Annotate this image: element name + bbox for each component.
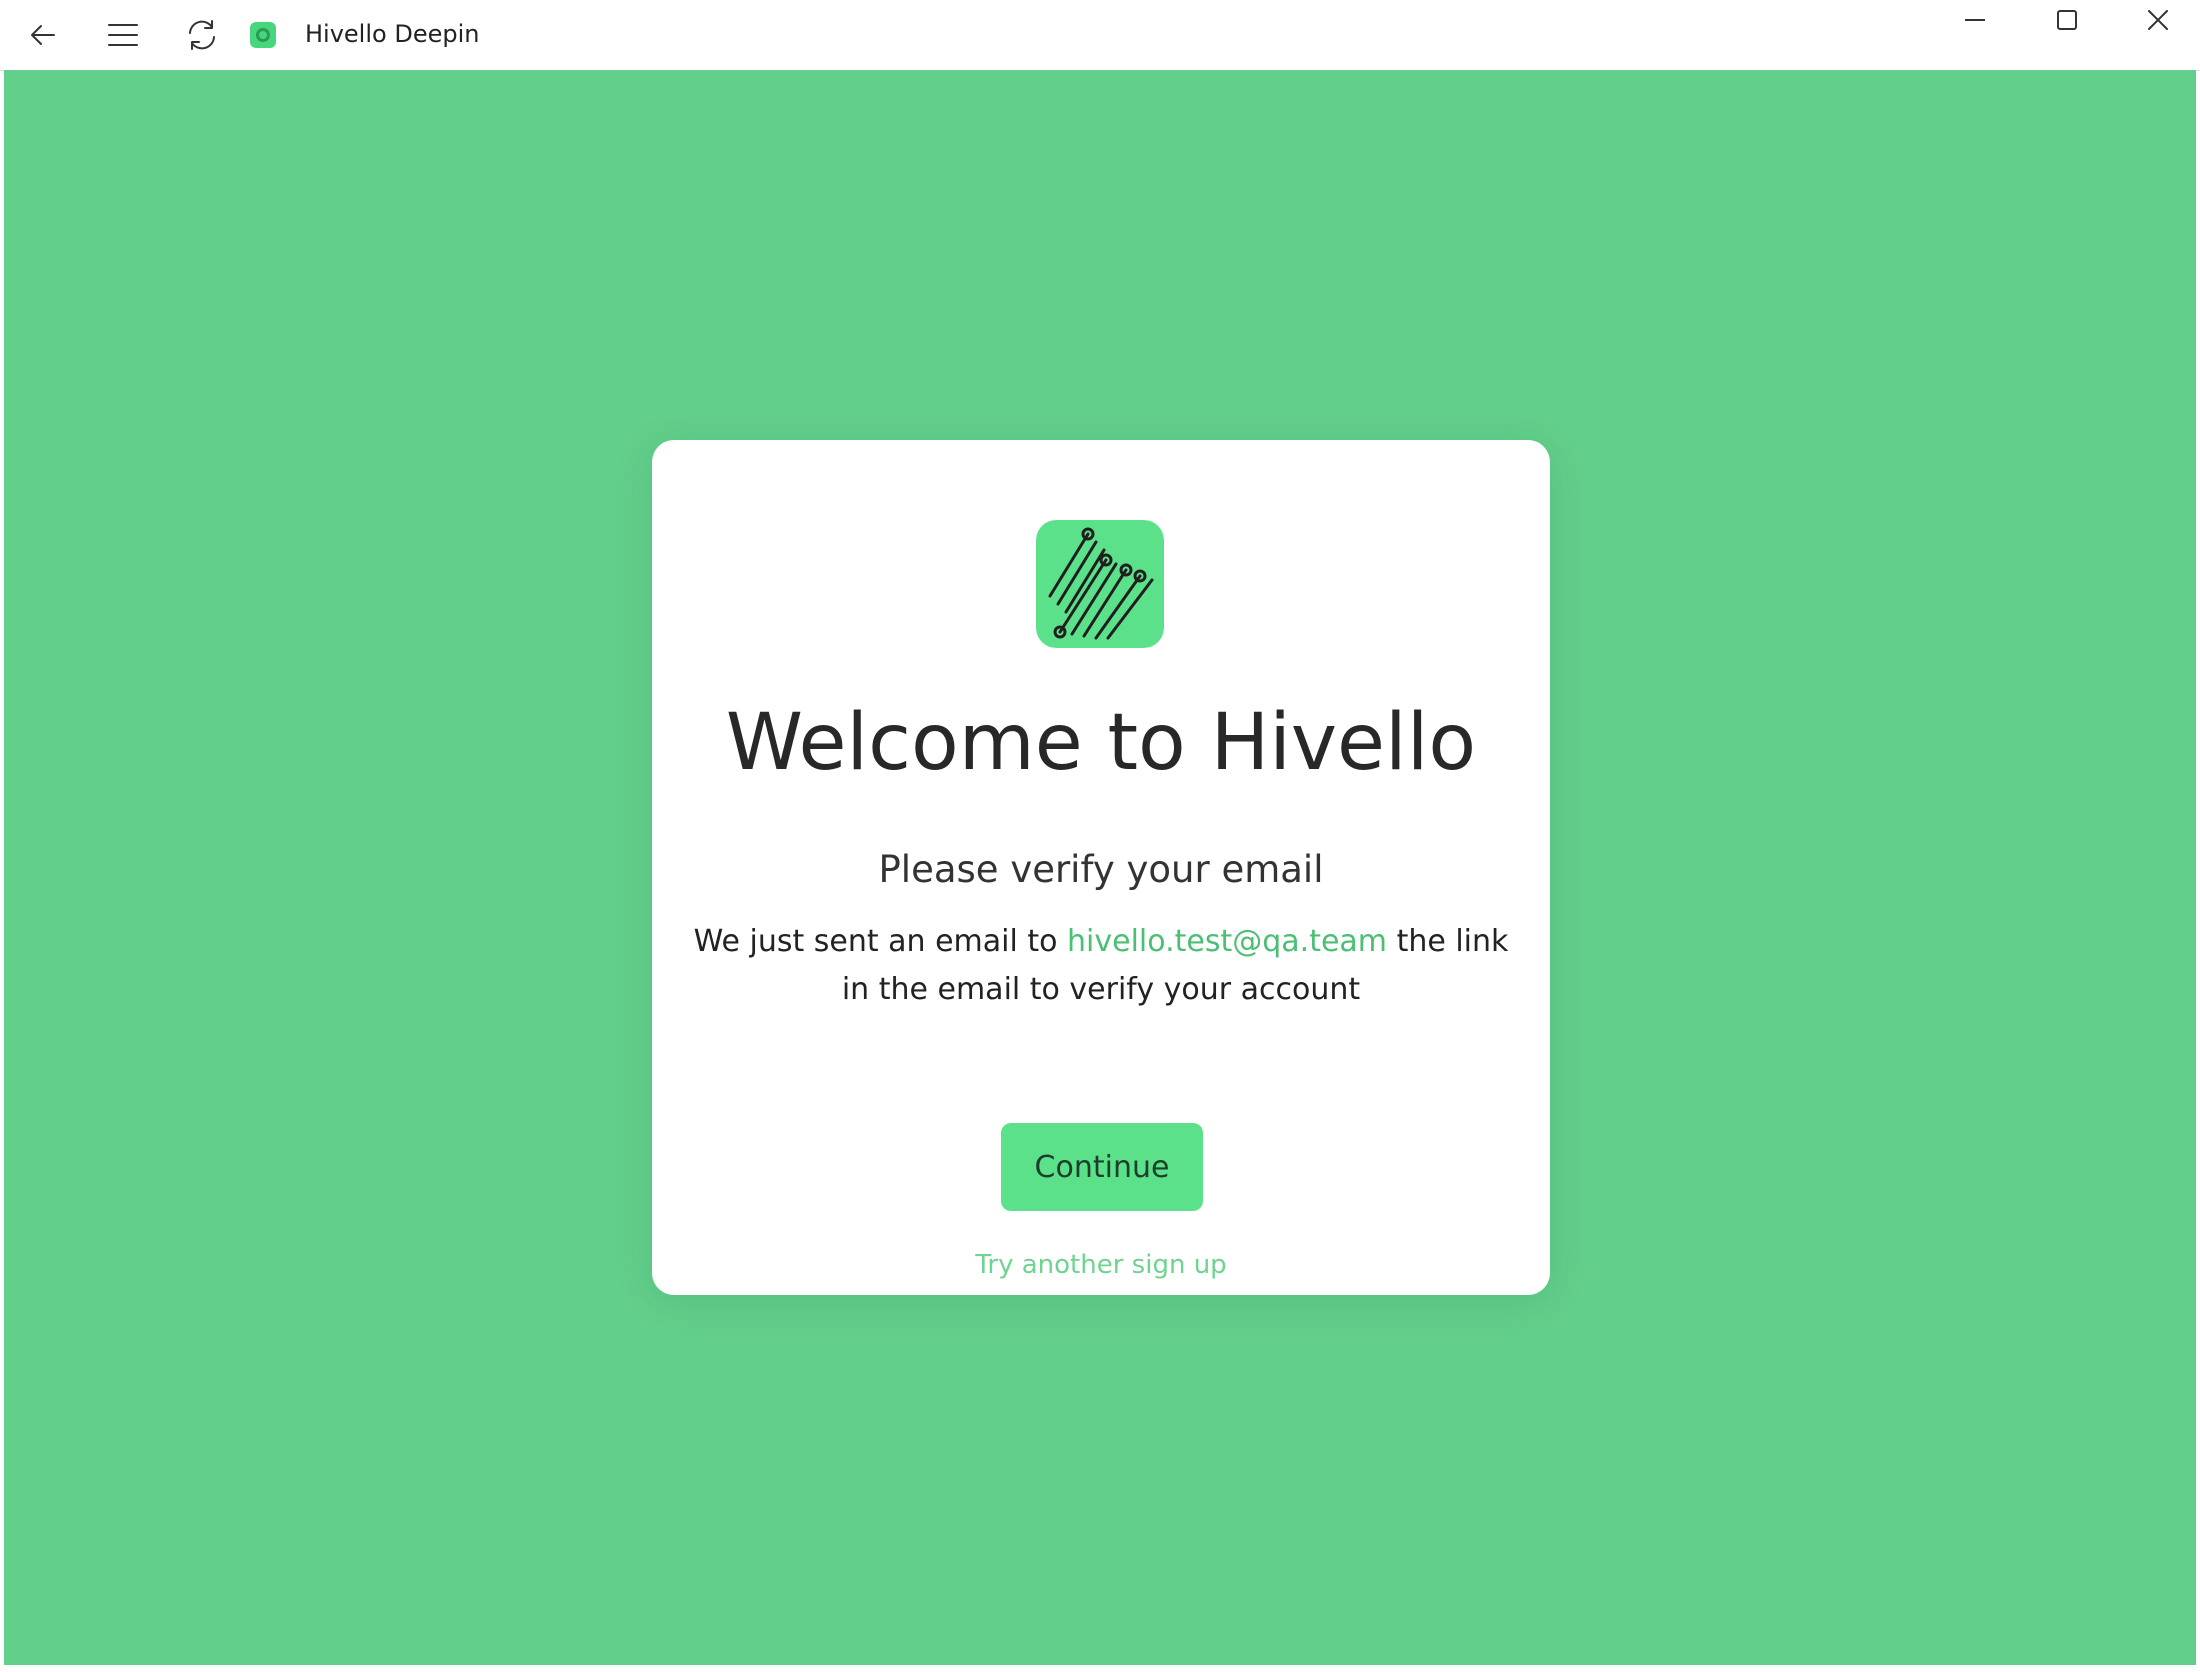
verification-message: We just sent an email to hivello.test@qa…: [692, 918, 1510, 1014]
window-title: Hivello Deepin: [305, 20, 480, 48]
refresh-icon[interactable]: [177, 10, 227, 60]
hamburger-menu-icon[interactable]: [98, 10, 148, 60]
verify-subheading: Please verify your email: [878, 848, 1324, 891]
hivello-logo-icon: [1036, 520, 1164, 648]
message-prefix: We just sent an email to: [693, 924, 1068, 959]
maximize-icon[interactable]: [2027, 0, 2107, 40]
continue-button[interactable]: Continue: [1001, 1123, 1203, 1211]
verify-email-card: Welcome to Hivello Please verify your em…: [652, 440, 1550, 1295]
close-icon[interactable]: [2118, 0, 2198, 40]
minimize-icon[interactable]: [1935, 0, 2015, 40]
email-link[interactable]: hivello.test@qa.team: [1067, 924, 1387, 959]
back-arrow-icon[interactable]: [18, 10, 68, 60]
title-bar: Hivello Deepin: [0, 0, 2200, 71]
welcome-heading: Welcome to Hivello: [725, 698, 1477, 788]
try-another-signup-link[interactable]: Try another sign up: [652, 1250, 1550, 1280]
hivello-app-icon: [250, 22, 276, 48]
app-background: Welcome to Hivello Please verify your em…: [4, 70, 2196, 1665]
